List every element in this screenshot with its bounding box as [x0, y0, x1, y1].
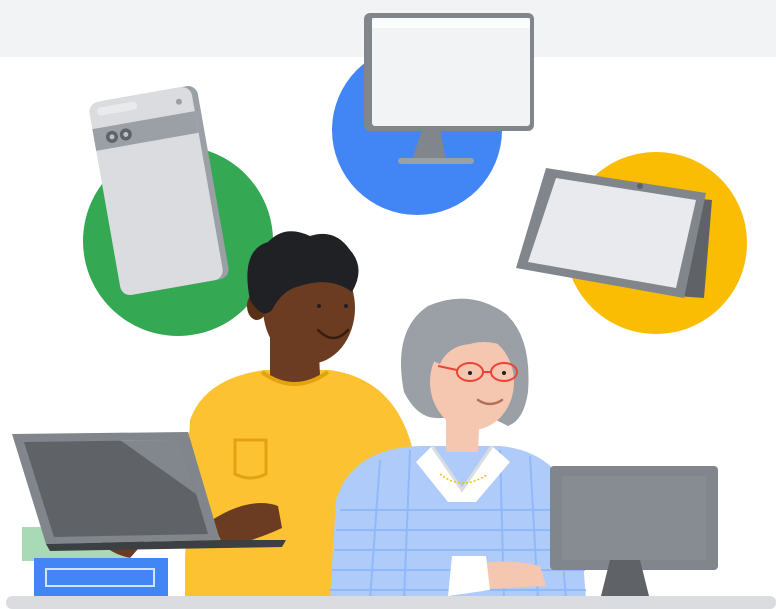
- illustration-canvas: [0, 0, 776, 609]
- people-using-devices-illustration: [0, 0, 776, 609]
- desk-surface: [6, 596, 776, 609]
